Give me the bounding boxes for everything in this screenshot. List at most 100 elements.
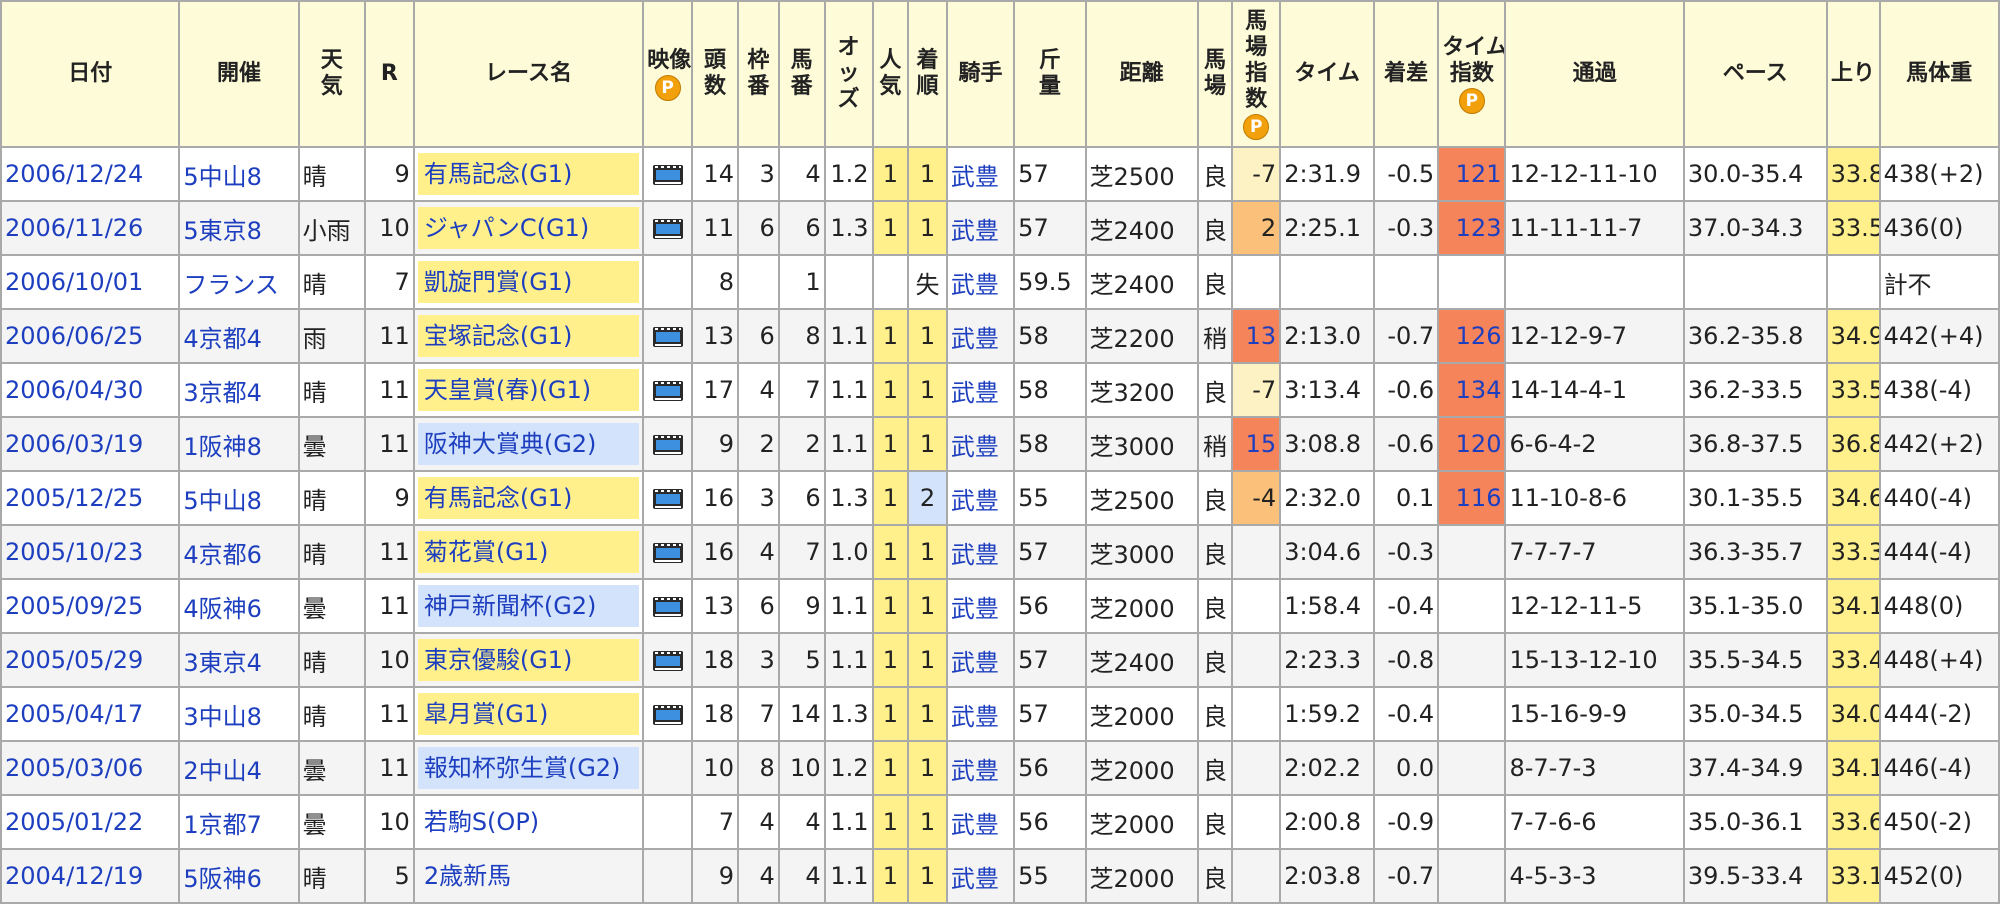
date-link[interactable]: 2005/05/29 — [5, 646, 143, 674]
date-link[interactable]: 2004/12/19 — [5, 862, 143, 890]
jockey-link[interactable]: 武豊 — [951, 811, 999, 839]
race-name-link[interactable]: 有馬記念(G1) — [417, 153, 640, 195]
meet-link[interactable]: 5中山8 — [183, 163, 262, 191]
cell-finish: 1 — [907, 686, 948, 742]
header-last3f[interactable]: 上り — [1825, 0, 1881, 148]
cell-odds: 1.2 — [823, 740, 874, 796]
date-link[interactable]: 2005/01/22 — [5, 808, 143, 836]
meet-link[interactable]: 2中山4 — [183, 757, 262, 785]
video-film-icon[interactable] — [652, 381, 683, 401]
header-video[interactable]: 映像 P — [642, 0, 694, 148]
jockey-link[interactable]: 武豊 — [951, 757, 999, 785]
header-margin[interactable]: 着差 — [1372, 0, 1440, 148]
date-link[interactable]: 2006/12/24 — [5, 160, 143, 188]
cell-time: 3:13.4 — [1279, 362, 1375, 418]
header-race-no[interactable]: R — [363, 0, 415, 148]
meet-link[interactable]: 1京都7 — [183, 811, 262, 839]
jockey-link[interactable]: 武豊 — [951, 487, 999, 515]
race-name-link[interactable]: 凱旋門賞(G1) — [417, 261, 640, 303]
meet-link[interactable]: 4京都6 — [183, 541, 262, 569]
meet-link[interactable]: 4京都4 — [183, 325, 262, 353]
video-film-icon[interactable] — [652, 597, 683, 617]
meet-link[interactable]: 4阪神6 — [183, 595, 262, 623]
header-body-weight[interactable]: 馬体重 — [1878, 0, 2000, 148]
date-link[interactable]: 2006/10/01 — [5, 268, 143, 296]
meet-link[interactable]: 3京都4 — [183, 379, 262, 407]
cell-passing: 8-7-7-3 — [1504, 740, 1685, 796]
date-link[interactable]: 2005/12/25 — [5, 484, 143, 512]
meet-link[interactable]: 1阪神8 — [183, 433, 262, 461]
jockey-link[interactable]: 武豊 — [951, 649, 999, 677]
header-jockey[interactable]: 騎手 — [945, 0, 1016, 148]
header-finish[interactable]: 着順 — [907, 0, 948, 148]
jockey-link[interactable]: 武豊 — [951, 271, 999, 299]
race-name-link[interactable]: 神戸新聞杯(G2) — [417, 585, 640, 627]
header-meet[interactable]: 開催 — [178, 0, 300, 148]
jockey-link[interactable]: 武豊 — [951, 217, 999, 245]
header-time-index[interactable]: タイム 指数 P — [1437, 0, 1507, 148]
video-film-icon[interactable] — [652, 219, 683, 239]
race-name-link[interactable]: 菊花賞(G1) — [417, 531, 640, 573]
video-film-icon[interactable] — [652, 435, 683, 455]
premium-p-icon[interactable]: P — [654, 74, 681, 101]
header-odds[interactable]: オッズ — [823, 0, 874, 148]
header-weight[interactable]: 斤量 — [1013, 0, 1087, 148]
header-distance[interactable]: 距離 — [1084, 0, 1199, 148]
meet-link[interactable]: 5中山8 — [183, 487, 262, 515]
jockey-link[interactable]: 武豊 — [951, 541, 999, 569]
race-name-link[interactable]: 皐月賞(G1) — [417, 693, 640, 735]
race-name-link[interactable]: ジャパンC(G1) — [417, 207, 640, 249]
cell-distance: 芝3200 — [1084, 362, 1199, 418]
race-name-link[interactable]: 2歳新馬 — [418, 855, 639, 897]
date-link[interactable]: 2006/11/26 — [5, 214, 143, 242]
header-date[interactable]: 日付 — [0, 0, 181, 148]
jockey-link[interactable]: 武豊 — [951, 865, 999, 893]
video-film-icon[interactable] — [652, 165, 683, 185]
premium-p-icon[interactable]: P — [1243, 113, 1270, 140]
jockey-link[interactable]: 武豊 — [951, 703, 999, 731]
video-film-icon[interactable] — [652, 327, 683, 347]
cell-track-index — [1231, 632, 1282, 688]
video-film-icon[interactable] — [652, 651, 683, 671]
header-frame[interactable]: 枠番 — [736, 0, 780, 148]
header-horse-no[interactable]: 馬番 — [777, 0, 826, 148]
race-name-link[interactable]: 天皇賞(春)(G1) — [417, 369, 640, 411]
date-link[interactable]: 2005/03/06 — [5, 754, 143, 782]
meet-link[interactable]: フランス — [183, 271, 279, 299]
header-track-index[interactable]: 馬場指数P — [1231, 0, 1282, 148]
jockey-link[interactable]: 武豊 — [951, 379, 999, 407]
race-name-link[interactable]: 宝塚記念(G1) — [417, 315, 640, 357]
race-name-link[interactable]: 東京優駿(G1) — [417, 639, 640, 681]
meet-link[interactable]: 5東京8 — [183, 217, 262, 245]
video-film-icon[interactable] — [652, 705, 683, 725]
jockey-link[interactable]: 武豊 — [951, 433, 999, 461]
header-pace[interactable]: ペース — [1682, 0, 1828, 148]
date-link[interactable]: 2005/09/25 — [5, 592, 143, 620]
race-name-link[interactable]: 阪神大賞典(G2) — [417, 423, 640, 465]
date-link[interactable]: 2006/06/25 — [5, 322, 143, 350]
header-popularity[interactable]: 人気 — [871, 0, 910, 148]
jockey-link[interactable]: 武豊 — [951, 163, 999, 191]
cell-race-no: 11 — [363, 362, 415, 418]
header-race-name[interactable]: レース名 — [412, 0, 645, 148]
header-track[interactable]: 馬場 — [1196, 0, 1234, 148]
header-time[interactable]: タイム — [1279, 0, 1375, 148]
meet-link[interactable]: 5阪神6 — [183, 865, 262, 893]
date-link[interactable]: 2005/04/17 — [5, 700, 143, 728]
date-link[interactable]: 2006/03/19 — [5, 430, 143, 458]
premium-p-icon[interactable]: P — [1458, 87, 1485, 114]
jockey-link[interactable]: 武豊 — [951, 595, 999, 623]
header-heads[interactable]: 頭数 — [691, 0, 739, 148]
date-link[interactable]: 2006/04/30 — [5, 376, 143, 404]
video-film-icon[interactable] — [652, 543, 683, 563]
meet-link[interactable]: 3東京4 — [183, 649, 262, 677]
header-weather[interactable]: 天気 — [297, 0, 366, 148]
meet-link[interactable]: 3中山8 — [183, 703, 262, 731]
race-name-link[interactable]: 有馬記念(G1) — [417, 477, 640, 519]
video-film-icon[interactable] — [652, 489, 683, 509]
header-passing[interactable]: 通過 — [1504, 0, 1685, 148]
date-link[interactable]: 2005/10/23 — [5, 538, 143, 566]
jockey-link[interactable]: 武豊 — [951, 325, 999, 353]
race-name-link[interactable]: 報知杯弥生賞(G2) — [417, 747, 640, 789]
race-name-link[interactable]: 若駒S(OP) — [418, 801, 639, 843]
